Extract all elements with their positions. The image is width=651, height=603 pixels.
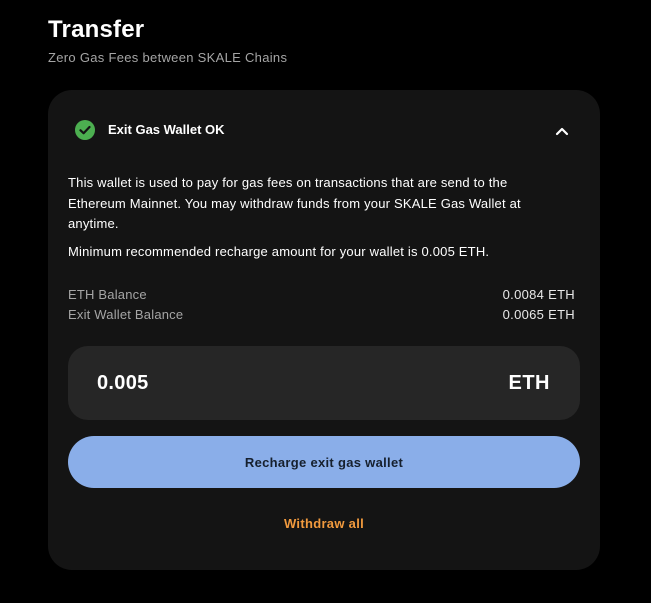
check-circle-icon <box>75 120 95 140</box>
exit-gas-wallet-card: Exit Gas Wallet OK This wallet is used t… <box>48 90 600 570</box>
exit-wallet-balance-row: Exit Wallet Balance 0.0065 ETH <box>68 307 575 325</box>
page-subtitle: Zero Gas Fees between SKALE Chains <box>48 50 288 65</box>
eth-balance-label: ETH Balance <box>68 287 147 302</box>
wallet-description: This wallet is used to pay for gas fees … <box>68 175 521 231</box>
recharge-exit-gas-wallet-button[interactable]: Recharge exit gas wallet <box>68 436 580 488</box>
accordion-title: Exit Gas Wallet OK <box>108 122 225 137</box>
eth-balance-value: 0.0084 ETH <box>502 287 575 302</box>
chevron-up-icon[interactable] <box>553 123 571 139</box>
withdraw-all-link[interactable]: Withdraw all <box>48 516 600 531</box>
amount-input[interactable] <box>97 368 397 398</box>
accordion-header[interactable]: Exit Gas Wallet OK <box>48 90 600 170</box>
amount-field: ETH <box>68 346 580 420</box>
eth-balance-row: ETH Balance 0.0084 ETH <box>68 287 575 305</box>
exit-wallet-balance-value: 0.0065 ETH <box>502 307 575 322</box>
min-recharge-note: Minimum recommended recharge amount for … <box>68 244 490 259</box>
exit-wallet-balance-label: Exit Wallet Balance <box>68 307 184 322</box>
amount-unit: ETH <box>508 372 550 394</box>
page-title: Transfer <box>48 16 145 43</box>
